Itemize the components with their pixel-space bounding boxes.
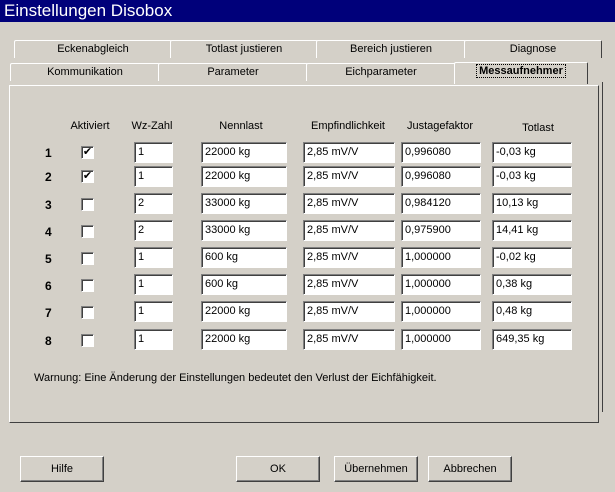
aktiviert-checkbox[interactable]: ✔ bbox=[81, 170, 94, 183]
tab-bereich-justieren[interactable]: Bereich justieren bbox=[316, 40, 466, 58]
wz-zahl-input[interactable]: 2 bbox=[134, 220, 173, 241]
empfindlichkeit-input[interactable]: 2,85 mV/V bbox=[303, 274, 395, 295]
justagefaktor-input[interactable]: 1,000000 bbox=[401, 274, 481, 295]
nennlast-input[interactable]: 22000 kg bbox=[201, 301, 287, 322]
aktiviert-checkbox[interactable]: ✔ bbox=[81, 146, 94, 159]
aktiviert-checkbox[interactable] bbox=[81, 225, 94, 238]
wz-zahl-input[interactable]: 1 bbox=[134, 274, 173, 295]
empfindlichkeit-input[interactable]: 2,85 mV/V bbox=[303, 329, 395, 350]
nennlast-input[interactable]: 600 kg bbox=[201, 274, 287, 295]
totlast-input[interactable]: 0,48 kg bbox=[492, 301, 572, 322]
aktiviert-checkbox[interactable] bbox=[81, 198, 94, 211]
justagefaktor-input[interactable]: 0,984120 bbox=[401, 193, 481, 214]
tab-messaufnehmer-label: Messaufnehmer bbox=[476, 64, 566, 78]
wz-zahl-input[interactable]: 2 bbox=[134, 193, 173, 214]
empfindlichkeit-input[interactable]: 2,85 mV/V bbox=[303, 247, 395, 268]
justagefaktor-input[interactable]: 1,000000 bbox=[401, 329, 481, 350]
justagefaktor-input[interactable]: 0,996080 bbox=[401, 166, 481, 187]
row-number: 8 bbox=[45, 334, 52, 348]
aktiviert-checkbox[interactable] bbox=[81, 334, 94, 347]
totlast-input[interactable]: 14,41 kg bbox=[492, 220, 572, 241]
aktiviert-checkbox[interactable] bbox=[81, 306, 94, 319]
row-number: 7 bbox=[45, 306, 52, 320]
col-header-justagefaktor: Justagefaktor bbox=[406, 120, 474, 132]
totlast-input[interactable]: 649,35 kg bbox=[492, 329, 572, 350]
justagefaktor-input[interactable]: 0,996080 bbox=[401, 142, 481, 163]
abbrechen-button[interactable]: Abbrechen bbox=[428, 456, 512, 482]
col-header-nennlast: Nennlast bbox=[219, 120, 263, 132]
window-title: Einstellungen Disobox bbox=[0, 0, 615, 22]
empfindlichkeit-input[interactable]: 2,85 mV/V bbox=[303, 301, 395, 322]
col-header-empfindlichkeit: Empfindlichkeit bbox=[311, 120, 385, 132]
nennlast-input[interactable]: 33000 kg bbox=[201, 193, 287, 214]
empfindlichkeit-input[interactable]: 2,85 mV/V bbox=[303, 142, 395, 163]
tab-kommunikation[interactable]: Kommunikation bbox=[10, 63, 160, 81]
wz-zahl-input[interactable]: 1 bbox=[134, 166, 173, 187]
col-header-totlast: Totlast bbox=[522, 122, 554, 134]
row-number: 4 bbox=[45, 225, 52, 239]
empfindlichkeit-input[interactable]: 2,85 mV/V bbox=[303, 220, 395, 241]
tab-eckenabgleich[interactable]: Eckenabgleich bbox=[14, 40, 172, 58]
col-header-wz-zahl: Wz-Zahl bbox=[131, 120, 173, 132]
tab-messaufnehmer[interactable]: Messaufnehmer bbox=[454, 62, 588, 84]
row-number: 6 bbox=[45, 279, 52, 293]
tab-parameter[interactable]: Parameter bbox=[158, 63, 308, 81]
justagefaktor-input[interactable]: 1,000000 bbox=[401, 301, 481, 322]
empfindlichkeit-input[interactable]: 2,85 mV/V bbox=[303, 193, 395, 214]
tab-eichparameter[interactable]: Eichparameter bbox=[306, 63, 456, 81]
aktiviert-checkbox[interactable] bbox=[81, 252, 94, 265]
row-number: 2 bbox=[45, 170, 52, 184]
nennlast-input[interactable]: 600 kg bbox=[201, 247, 287, 268]
row-number: 1 bbox=[45, 146, 52, 160]
wz-zahl-input[interactable]: 1 bbox=[134, 247, 173, 268]
uebernehmen-button[interactable]: Übernehmen bbox=[334, 456, 418, 482]
nennlast-input[interactable]: 22000 kg bbox=[201, 166, 287, 187]
ok-button[interactable]: OK bbox=[236, 456, 320, 482]
hilfe-button[interactable]: Hilfe bbox=[20, 456, 104, 482]
warning-text: Warnung: Eine Änderung der Einstellungen… bbox=[34, 372, 437, 384]
row-number: 5 bbox=[45, 252, 52, 266]
tab-totlast-justieren[interactable]: Totlast justieren bbox=[170, 40, 318, 58]
totlast-input[interactable]: -0,03 kg bbox=[492, 166, 572, 187]
wz-zahl-input[interactable]: 1 bbox=[134, 301, 173, 322]
nennlast-input[interactable]: 22000 kg bbox=[201, 329, 287, 350]
nennlast-input[interactable]: 22000 kg bbox=[201, 142, 287, 163]
totlast-input[interactable]: 0,38 kg bbox=[492, 274, 572, 295]
totlast-input[interactable]: 10,13 kg bbox=[492, 193, 572, 214]
row-number: 3 bbox=[45, 198, 52, 212]
tab-diagnose[interactable]: Diagnose bbox=[464, 40, 602, 58]
totlast-input[interactable]: -0,02 kg bbox=[492, 247, 572, 268]
justagefaktor-input[interactable]: 0,975900 bbox=[401, 220, 481, 241]
totlast-input[interactable]: -0,03 kg bbox=[492, 142, 572, 163]
empfindlichkeit-input[interactable]: 2,85 mV/V bbox=[303, 166, 395, 187]
justagefaktor-input[interactable]: 1,000000 bbox=[401, 247, 481, 268]
tab-panel-edge bbox=[602, 82, 603, 412]
wz-zahl-input[interactable]: 1 bbox=[134, 142, 173, 163]
wz-zahl-input[interactable]: 1 bbox=[134, 329, 173, 350]
aktiviert-checkbox[interactable] bbox=[81, 279, 94, 292]
nennlast-input[interactable]: 33000 kg bbox=[201, 220, 287, 241]
col-header-aktiviert: Aktiviert bbox=[70, 120, 110, 132]
